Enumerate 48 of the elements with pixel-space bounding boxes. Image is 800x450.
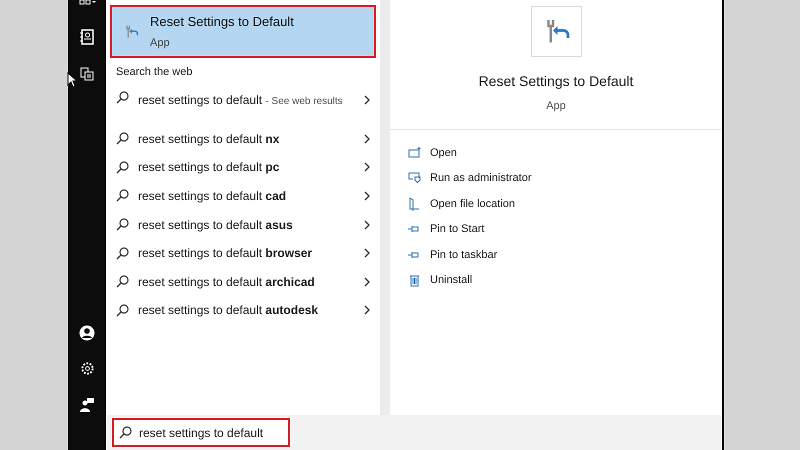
feedback-icon[interactable] <box>80 398 94 412</box>
web-suggestion[interactable]: reset settings to default asus <box>106 210 380 239</box>
app-type: App <box>545 99 567 114</box>
chevron-icon <box>364 248 370 258</box>
search-field[interactable]: reset settings to default <box>112 418 290 447</box>
web-suggestion[interactable]: reset settings to default pc <box>106 153 380 182</box>
documents-icon[interactable] <box>80 67 94 81</box>
trash-icon <box>408 273 421 288</box>
settings-icon[interactable] <box>80 361 94 376</box>
chevron-icon <box>364 305 370 316</box>
open-window-icon <box>408 146 421 160</box>
search-icon <box>116 160 129 174</box>
search-icon <box>116 132 129 146</box>
action-item[interactable]: Pin to Start <box>390 216 722 242</box>
web-suggestion[interactable]: reset settings to default nx <box>106 124 380 154</box>
chevron-icon <box>364 94 370 104</box>
shield-icon <box>408 171 421 186</box>
search-icon <box>119 426 132 439</box>
result-type: App <box>150 36 171 51</box>
search-icon <box>116 275 129 288</box>
action-item[interactable]: Pin to taskbar <box>390 242 722 268</box>
notebook-icon[interactable] <box>80 29 94 45</box>
result-title: Reset Settings to Default <box>150 12 294 31</box>
chevron-icon <box>364 134 370 144</box>
best-match-result[interactable]: Reset Settings to Default App <box>110 5 376 58</box>
web-suggestion[interactable]: reset settings to default autodesk <box>106 296 380 325</box>
search-icon <box>116 304 129 317</box>
chevron-icon <box>364 276 370 287</box>
chevron-icon <box>364 162 370 172</box>
web-suggestion[interactable]: reset settings to default browser <box>106 238 380 268</box>
action-item[interactable]: Uninstall <box>390 268 722 293</box>
web-suggestion[interactable]: reset settings to default archicad <box>106 267 380 296</box>
action-item[interactable]: Open file location <box>390 191 722 216</box>
search-icon <box>116 246 129 260</box>
action-item[interactable]: Open <box>390 140 722 166</box>
search-icon <box>116 189 129 202</box>
apps-icon[interactable] <box>78 0 96 6</box>
web-suggestion[interactable]: reset settings to default cad <box>106 182 380 210</box>
user-icon[interactable] <box>79 325 95 341</box>
chevron-icon <box>364 190 370 201</box>
app-title: Reset Settings to Default <box>478 72 634 91</box>
section-heading: Search the web <box>116 65 194 80</box>
web-suggestion[interactable]: reset settings to default - See web results <box>106 84 380 124</box>
folder-icon <box>408 196 421 211</box>
search-icon <box>116 90 129 104</box>
action-item[interactable]: Run as administrator <box>390 166 722 191</box>
chevron-icon <box>364 220 370 230</box>
search-icon <box>116 218 129 232</box>
